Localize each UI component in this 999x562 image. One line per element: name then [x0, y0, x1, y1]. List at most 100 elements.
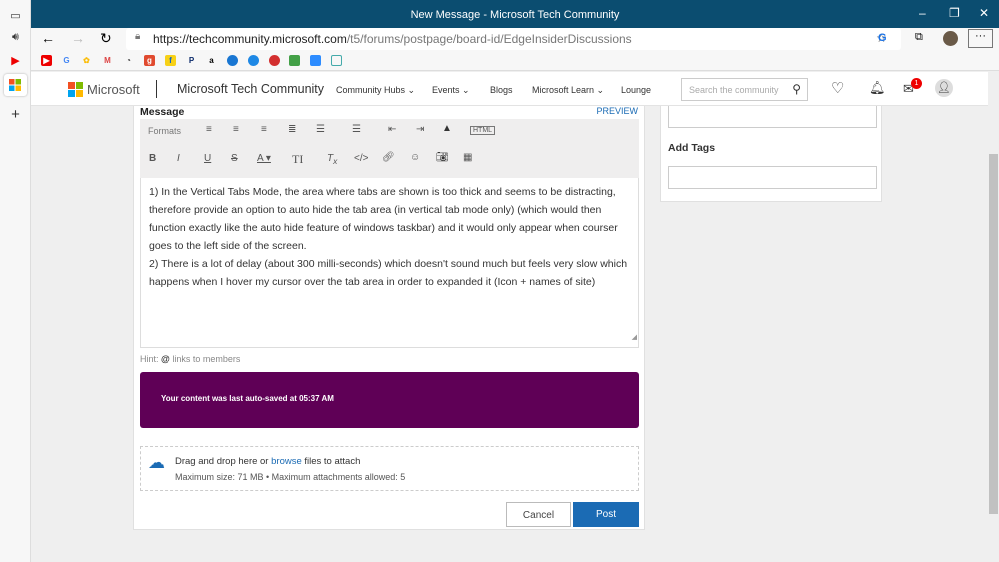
url-host: https://techcommunity.microsoft.com — [153, 32, 347, 46]
link-icon[interactable]: 🔗︎ — [382, 152, 395, 163]
search-icon[interactable]: ⚲ — [792, 82, 801, 96]
previous-field-input[interactable] — [668, 106, 877, 128]
forward-icon[interactable]: → — [71, 30, 85, 46]
post-button[interactable]: Post — [573, 502, 639, 527]
text-color-icon[interactable]: A ▾ — [257, 153, 271, 164]
message-form: Message PREVIEW Formats ≡ ≡ ≡ ≣ ☰ ☰ ⇤ ⇥ … — [133, 106, 645, 530]
drop-text: Drag and drop here or — [175, 456, 272, 467]
techcommunity-tab[interactable] — [4, 74, 27, 96]
right-panel: Add Tags — [660, 106, 882, 202]
html-button[interactable]: HTML — [470, 126, 496, 135]
heart-icon[interactable]: ♡ — [831, 79, 844, 97]
new-tab-plus-icon[interactable]: + — [7, 106, 24, 123]
microsoft-logo-icon[interactable] — [68, 82, 83, 97]
cloud-upload-icon: ☁ — [148, 453, 165, 472]
code-icon[interactable]: </> — [354, 153, 368, 164]
italic-icon[interactable]: I — [177, 153, 180, 164]
nav-blogs[interactable]: Blogs — [490, 85, 513, 95]
back-icon[interactable]: ← — [41, 30, 55, 46]
paragraph: 2) There is a lot of delay (about 300 mi… — [149, 258, 628, 288]
align-center-icon[interactable]: ≡ — [233, 124, 239, 135]
emoji-icon[interactable]: ☺ — [410, 152, 420, 163]
tab-panel-icon[interactable]: ▭ — [7, 9, 24, 23]
minimize-icon[interactable]: – — [919, 6, 926, 20]
bullet-list-icon[interactable]: ☰ — [316, 124, 325, 135]
profile-avatar[interactable] — [943, 31, 958, 46]
speedtest-favorite-icon[interactable]: ◔ — [123, 55, 134, 66]
tags-input[interactable] — [668, 166, 877, 189]
youtube-favorite-icon[interactable]: ▶ — [41, 55, 52, 66]
photos-favorite-icon[interactable]: ✿ — [81, 55, 92, 66]
align-left-icon[interactable]: ≡ — [206, 124, 212, 135]
speaker-icon[interactable]: 🔊︎ — [7, 31, 24, 45]
bookmark-favorite-icon[interactable] — [248, 55, 259, 66]
nav-community-hubs[interactable]: Community Hubs ⌄ — [336, 85, 415, 96]
app-favorite-icon[interactable] — [331, 55, 342, 66]
messages-favorite-icon[interactable] — [227, 55, 238, 66]
address-bar-row: ← → ↻ 🔒︎ https://techcommunity.microsoft… — [31, 28, 999, 50]
clear-format-icon[interactable]: Tx — [327, 153, 337, 166]
gmail-favorite-icon[interactable]: M — [102, 55, 113, 66]
url-input[interactable]: 🔒︎ https://techcommunity.microsoft.com/t… — [126, 28, 901, 50]
google-favorite-icon[interactable]: G — [61, 55, 72, 66]
window-title: New Message - Microsoft Tech Community — [410, 9, 620, 21]
flipkart-favorite-icon[interactable]: f — [165, 55, 176, 66]
bell-icon[interactable]: 🔔︎ — [869, 80, 886, 96]
title-bar: New Message - Microsoft Tech Community –… — [31, 0, 999, 28]
nav-label: Microsoft Learn — [532, 85, 595, 95]
page-scrollbar[interactable] — [988, 72, 999, 562]
camera-icon[interactable]: 📷︎ — [436, 152, 449, 163]
resize-handle[interactable]: ◢ — [632, 329, 637, 347]
align-right-icon[interactable]: ≡ — [261, 124, 267, 135]
table-icon[interactable]: ▦ — [463, 152, 472, 163]
autosave-banner: Your content was last auto-saved at 05:3… — [140, 372, 639, 428]
justify-icon[interactable]: ≣ — [288, 124, 296, 135]
strikethrough-icon[interactable]: S — [231, 153, 238, 164]
site-name[interactable]: Microsoft Tech Community — [177, 82, 324, 96]
paragraph: 1) In the Vertical Tabs Mode, the area w… — [149, 186, 618, 252]
nav-lounge[interactable]: Lounge — [621, 85, 651, 95]
collections-icon[interactable]: ⧉ — [915, 31, 923, 44]
numbered-list-icon[interactable]: ☰ — [352, 124, 361, 135]
hint-label: Hint: — [140, 354, 159, 364]
amazon-favorite-icon[interactable]: a — [206, 55, 217, 66]
underline-icon[interactable]: U — [204, 153, 211, 164]
indent-icon[interactable]: ⇥ — [416, 124, 424, 135]
microsoft-logo-text[interactable]: Microsoft — [87, 82, 140, 97]
site-header: Microsoft Microsoft Tech Community Commu… — [31, 72, 988, 106]
bold-icon[interactable]: B — [149, 153, 156, 164]
extension-icon[interactable]: G — [878, 32, 887, 44]
microsoft-logo-icon — [9, 79, 21, 91]
nav-events[interactable]: Events ⌄ — [432, 85, 470, 96]
restore-icon[interactable]: ❐ — [949, 6, 960, 20]
divider — [156, 80, 157, 98]
search-input[interactable]: Search the community ⚲ — [681, 78, 808, 101]
attachment-limits: Maximum size: 71 MB • Maximum attachment… — [175, 472, 406, 482]
close-icon[interactable]: ✕ — [979, 6, 989, 20]
font-size-icon[interactable]: TI — [292, 152, 303, 167]
preview-link[interactable]: PREVIEW — [596, 106, 638, 116]
user-avatar-icon[interactable]: 👤︎ — [935, 79, 953, 97]
gaana-favorite-icon[interactable]: g — [144, 55, 155, 66]
refresh-icon[interactable]: ↻ — [100, 30, 112, 47]
formats-dropdown[interactable]: Formats — [148, 126, 181, 136]
classroom-favorite-icon[interactable] — [289, 55, 300, 66]
hint: Hint: @ links to members — [140, 354, 241, 364]
jio-favorite-icon[interactable] — [269, 55, 280, 66]
hint-text: links to members — [172, 354, 241, 364]
cancel-button[interactable]: Cancel — [506, 502, 571, 527]
warning-icon[interactable]: ▲ — [442, 123, 452, 134]
youtube-tab-icon[interactable]: ▶ — [7, 54, 24, 68]
paytm-favorite-icon[interactable]: P — [186, 55, 197, 66]
message-label: Message — [140, 106, 185, 118]
zoom-favorite-icon[interactable] — [310, 55, 321, 66]
browse-link[interactable]: browse — [271, 456, 302, 467]
inbox-badge: 1 — [911, 78, 922, 89]
message-body-editor[interactable]: 1) In the Vertical Tabs Mode, the area w… — [140, 178, 639, 348]
attachment-dropzone[interactable]: ☁ Drag and drop here or browse files to … — [140, 446, 639, 491]
outdent-icon[interactable]: ⇤ — [388, 124, 396, 135]
scrollbar-thumb[interactable] — [989, 154, 998, 514]
nav-microsoft-learn[interactable]: Microsoft Learn ⌄ — [532, 85, 604, 96]
edge-vertical-tabs-sidebar: ▭ 🔊︎ ▶ + — [0, 0, 31, 562]
settings-menu-button[interactable]: ··· — [968, 29, 993, 48]
